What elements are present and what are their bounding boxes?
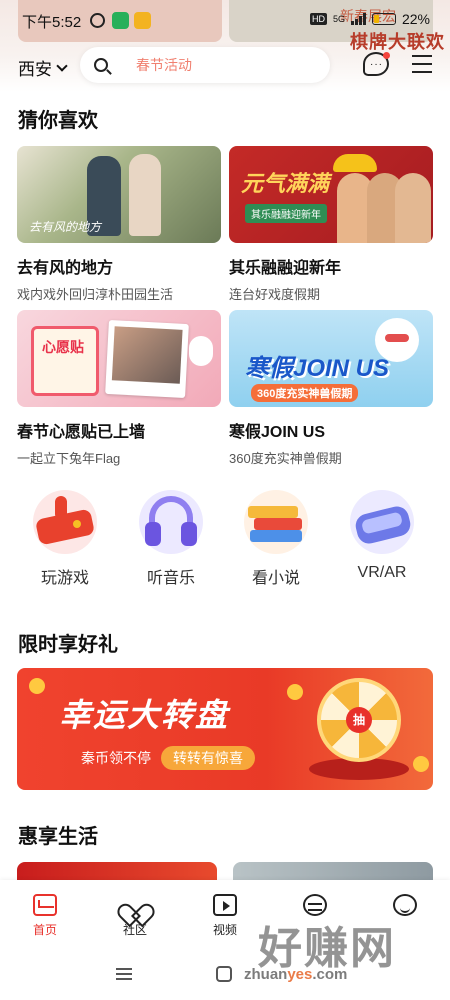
wheel-hub: 抽 (346, 707, 372, 733)
alarm-icon (90, 13, 105, 28)
home-button-icon[interactable] (216, 966, 232, 982)
rec-card[interactable]: 元气满满 其乐融融迎新年 其乐融融迎新年 连台好戏度假期 (229, 146, 433, 303)
game-controller-icon (33, 490, 97, 554)
search-icon (94, 58, 108, 72)
section-title-gifts: 限时享好礼 (18, 634, 118, 656)
rec-card-image: 寒假JOIN US 360度充实神兽假期 (229, 310, 433, 407)
banner-cta-button[interactable]: 转转有惊喜 (161, 746, 255, 770)
rec-card-image-text: 寒假JOIN US (245, 355, 390, 382)
rec-card-title: 其乐融融迎新年 (229, 260, 342, 277)
network-label: 5G (332, 13, 345, 24)
signal-icon (350, 13, 366, 25)
status-time: 下午5:52 (22, 14, 82, 31)
vr-goggles-icon (350, 490, 414, 554)
menu-icon[interactable] (412, 55, 432, 73)
feature-label: 玩游戏 (40, 570, 89, 587)
watermark-url-part: .com (312, 966, 348, 983)
rec-card[interactable]: 去有风的地方 去有风的地方 戏内戏外回归淳朴田园生活 (17, 146, 221, 303)
rec-card-image-badge: 其乐融融迎新年 (245, 204, 327, 223)
feature-label: 看小说 (251, 570, 300, 587)
headphones-icon (139, 490, 203, 554)
watermark-url-part: zhuan (244, 966, 288, 983)
battery-icon (371, 13, 396, 25)
status-right: HD 5G 22% (309, 11, 430, 27)
battery-percent: 22% (401, 11, 430, 27)
banner-subtitle: 秦币领不停 (81, 750, 151, 766)
rec-card-image-text: 心愿贴 (42, 339, 84, 355)
hd-badge: HD (309, 13, 327, 25)
lucky-wheel-banner[interactable]: 幸运大转盘 秦币领不停 转转有惊喜 抽 (17, 668, 433, 790)
banner-title: 幸运大转盘 (59, 697, 230, 733)
message-icon (134, 12, 151, 29)
chevron-down-icon (56, 59, 68, 72)
rec-card-subtitle: 连台好戏度假期 (229, 287, 321, 302)
home-icon (33, 894, 57, 916)
feature-vr-ar[interactable]: VR/AR (337, 490, 427, 582)
shield-icon (112, 12, 129, 29)
video-play-icon (213, 894, 237, 916)
feature-listen-music[interactable]: 听音乐 (126, 490, 216, 588)
heart-icon (123, 894, 147, 916)
rec-card-image-badge: 360度充实神兽假期 (251, 384, 359, 402)
rec-card-subtitle: 一起立下兔年Flag (17, 451, 121, 466)
feature-play-games[interactable]: 玩游戏 (20, 490, 110, 588)
watermark-url-part: yes (287, 966, 313, 983)
tab-community[interactable]: 社区 (105, 894, 165, 938)
feature-label: 听音乐 (146, 570, 195, 587)
notification-dot (383, 52, 390, 59)
watermark-url: zhuanyes.com (244, 966, 347, 983)
city-label: 西安 (18, 60, 52, 79)
books-icon (244, 490, 308, 554)
rec-card-image: 元气满满 其乐融融迎新年 (229, 146, 433, 243)
tab-label: 首页 (32, 923, 57, 937)
rec-card-image: 心愿贴 (17, 310, 221, 407)
rec-card-title: 春节心愿贴已上墙 (17, 424, 146, 441)
city-selector[interactable]: 西安 (18, 55, 68, 80)
profile-icon (393, 894, 417, 916)
section-title-guess: 猜你喜欢 (18, 110, 98, 132)
recent-apps-icon[interactable] (116, 968, 132, 980)
rec-card-title: 寒假JOIN US (229, 424, 326, 441)
rec-card[interactable]: 心愿贴 春节心愿贴已上墙 一起立下兔年Flag (17, 310, 221, 467)
rec-card[interactable]: 寒假JOIN US 360度充实神兽假期 寒假JOIN US 360度充实神兽假… (229, 310, 433, 467)
feature-read-novels[interactable]: 看小说 (231, 490, 321, 588)
feature-label: VR/AR (357, 564, 407, 581)
rec-card-image-text: 元气满满 (241, 171, 330, 196)
rec-card-subtitle: 360度充实神兽假期 (229, 451, 342, 466)
tab-video[interactable]: 视频 (195, 894, 255, 938)
section-title-life: 惠享生活 (18, 826, 98, 848)
search-placeholder: 春节活动 (136, 57, 192, 73)
tab-home[interactable]: 首页 (15, 894, 75, 938)
search-input[interactable]: 春节活动 (80, 47, 330, 83)
tab-label: 视频 (212, 923, 237, 937)
tab-label: 社区 (122, 923, 147, 937)
rec-card-title: 去有风的地方 (17, 260, 114, 277)
rec-card-image-text: 去有风的地方 (29, 220, 102, 234)
status-bar: 下午5:52 HD 5G 22% (0, 8, 450, 34)
rec-card-image: 去有风的地方 (17, 146, 221, 243)
rec-card-subtitle: 戏内戏外回归淳朴田园生活 (17, 287, 174, 302)
